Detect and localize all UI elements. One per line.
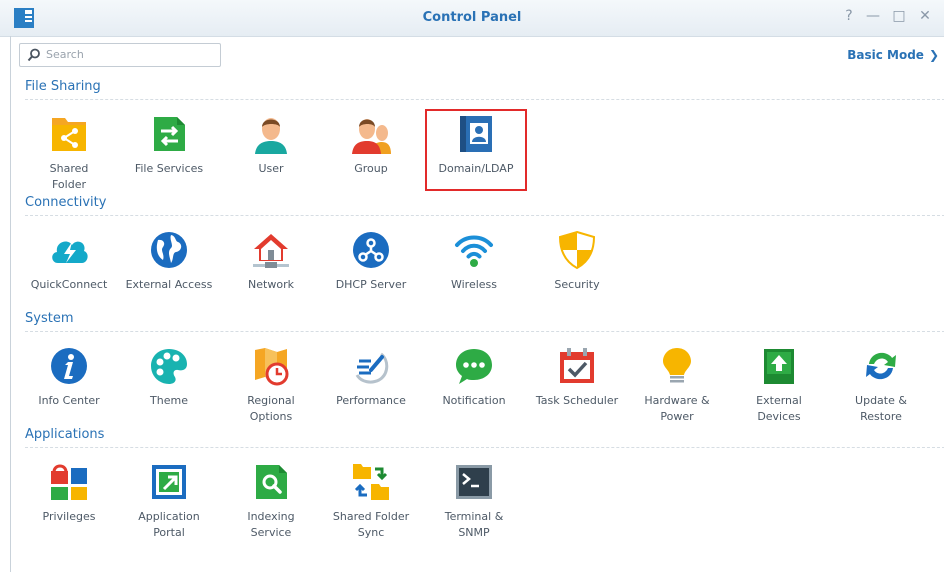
indexing-service-icon (256, 465, 287, 499)
item-label: DHCP Server (335, 278, 407, 291)
item-label: Performance (336, 394, 406, 407)
item-regional-options[interactable]: Regional Options (227, 346, 315, 425)
item-shared-folder-sync[interactable]: Shared Folder Sync (327, 462, 415, 541)
item-label: Indexing Service (247, 510, 295, 539)
search-input[interactable]: Search (19, 43, 221, 67)
item-hardware-power[interactable]: Hardware & Power (633, 346, 721, 425)
shared-folder-icon (52, 118, 86, 151)
section-title-file-sharing: File Sharing (25, 79, 101, 94)
item-wireless[interactable]: Wireless (430, 230, 518, 293)
item-terminal-snmp[interactable]: Terminal & SNMP (430, 462, 518, 541)
item-label: External Devices (756, 394, 802, 423)
item-label: Shared Folder (49, 162, 89, 191)
user-icon (255, 118, 287, 154)
security-icon (558, 230, 596, 270)
item-shared-folder[interactable]: Shared Folder (25, 114, 113, 193)
item-label: Theme (150, 394, 188, 407)
item-label: Update & Restore (855, 394, 907, 423)
item-label: File Services (134, 162, 204, 175)
window-title: Control Panel (422, 10, 522, 25)
help-button[interactable]: ? (840, 8, 858, 24)
close-button[interactable]: ✕ (916, 8, 934, 24)
item-label: External Access (125, 278, 213, 291)
maximize-button[interactable]: □ (890, 8, 908, 24)
privileges-icon (51, 464, 87, 500)
item-label: User (258, 162, 284, 175)
item-group[interactable]: Group (327, 114, 415, 177)
hardware-power-icon (663, 348, 691, 383)
external-access-icon (151, 232, 187, 268)
item-label: Application Portal (138, 510, 200, 539)
dhcp-server-icon (353, 232, 389, 268)
item-label: Wireless (450, 278, 498, 291)
item-user[interactable]: User (227, 114, 315, 177)
section-divider (25, 331, 944, 332)
item-privileges[interactable]: Privileges (25, 462, 113, 525)
update-restore-icon (866, 352, 896, 380)
external-devices-icon (764, 349, 794, 384)
file-services-icon (154, 117, 185, 151)
search-icon (27, 48, 40, 62)
item-label: Terminal & SNMP (444, 510, 504, 539)
search-placeholder: Search (46, 48, 84, 61)
shared-folder-sync-icon (353, 464, 389, 500)
section-title-applications: Applications (25, 427, 105, 442)
item-indexing-service[interactable]: Indexing Service (227, 462, 315, 541)
terminal-snmp-icon (456, 465, 492, 499)
item-network[interactable]: Network (227, 230, 315, 293)
wireless-icon (455, 235, 493, 267)
item-label: Shared Folder Sync (332, 510, 410, 539)
item-task-scheduler[interactable]: Task Scheduler (533, 346, 621, 409)
title-bar: Control Panel ? — □ ✕ (0, 0, 944, 37)
item-label: Regional Options (247, 394, 295, 423)
quickconnect-icon (52, 241, 88, 263)
chevron-right-icon: ❯ (928, 48, 939, 62)
item-theme[interactable]: Theme (125, 346, 213, 409)
item-update-restore[interactable]: Update & Restore (837, 346, 925, 425)
highlight-box (425, 109, 527, 191)
basic-mode-link[interactable]: Basic Mode ❯ (847, 48, 939, 62)
theme-icon (151, 349, 187, 384)
info-center-icon (51, 348, 87, 384)
item-label: Group (354, 162, 388, 175)
section-divider (25, 99, 944, 100)
performance-icon (355, 352, 389, 384)
control-panel-content: Search Basic Mode ❯ File Sharing Connecti… (10, 36, 944, 572)
item-label: Network (248, 278, 294, 291)
section-divider (25, 215, 944, 216)
item-performance[interactable]: Performance (327, 346, 415, 409)
item-info-center[interactable]: Info Center (25, 346, 113, 409)
basic-mode-label: Basic Mode (847, 48, 924, 62)
notification-icon (456, 349, 492, 384)
section-divider (25, 447, 944, 448)
item-label: Security (554, 278, 600, 291)
item-dhcp-server[interactable]: DHCP Server (327, 230, 415, 293)
group-icon (352, 119, 391, 154)
item-file-services[interactable]: File Services (125, 114, 213, 177)
item-quickconnect[interactable]: QuickConnect (25, 230, 113, 293)
item-label: Hardware & Power (644, 394, 710, 423)
network-icon (253, 234, 289, 268)
item-label: QuickConnect (30, 278, 108, 291)
item-label: Privileges (42, 510, 96, 523)
regional-options-icon (255, 348, 289, 386)
item-label: Notification (442, 394, 506, 407)
item-label: Task Scheduler (535, 394, 619, 407)
item-external-access[interactable]: External Access (125, 230, 213, 293)
section-title-connectivity: Connectivity (25, 195, 107, 210)
item-external-devices[interactable]: External Devices (735, 346, 823, 425)
minimize-button[interactable]: — (864, 8, 882, 24)
item-notification[interactable]: Notification (430, 346, 518, 409)
application-portal-icon (152, 465, 186, 499)
task-scheduler-icon (560, 348, 594, 383)
item-application-portal[interactable]: Application Portal (125, 462, 213, 541)
item-label: Info Center (38, 394, 100, 407)
section-title-system: System (25, 311, 74, 326)
item-security[interactable]: Security (533, 230, 621, 293)
